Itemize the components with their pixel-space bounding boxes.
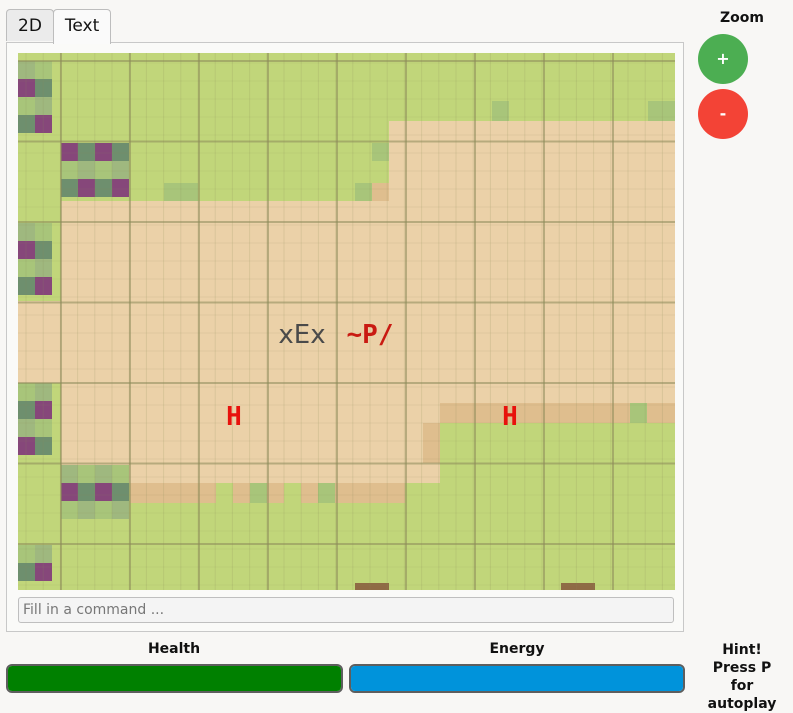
bush-tile [95,501,112,519]
tab-2d[interactable]: 2D [6,9,54,41]
bush-tile [95,483,112,501]
health-label: Health [147,641,201,657]
health-bar [6,664,343,693]
grass-patch [216,483,233,503]
dirt-edge [372,183,389,201]
bush-tile [112,179,129,197]
bush-tile [61,465,78,483]
energy-bar-fill [351,666,683,691]
bush-tile [61,179,78,197]
bush-tile [112,483,129,501]
autoplay-hint: Hint! Press P for autoplay [697,641,787,713]
bush-tile [112,161,129,179]
zoom-title: Zoom [720,10,764,26]
rock [561,583,595,590]
bush-tile [112,465,129,483]
hazard-glyph: H [226,402,242,432]
game-panel: xEx ~P/ H H [6,42,684,632]
bush-tile [112,143,129,161]
tab-text[interactable]: Text [52,9,112,44]
rock [355,583,389,590]
bush-tile [95,161,112,179]
energy-bar [349,664,685,693]
zoom-in-button[interactable]: + [698,34,748,84]
bush-tile [61,483,78,501]
hint-line: Press P [712,660,772,676]
bush-tile [112,501,129,519]
bush-tile [78,465,95,483]
grass-tuft [372,143,389,161]
bush-tile [78,483,95,501]
bush-tile [61,161,78,179]
grass-patch [250,483,267,503]
bush-tile [78,501,95,519]
command-input[interactable] [18,597,674,623]
bush-tile [78,161,95,179]
zoom-out-button[interactable]: - [698,89,748,139]
view-tabs: 2D Text [6,9,112,44]
health-bar-fill [8,666,341,691]
hazard-glyph: H [502,402,518,432]
bush-tile [78,143,95,161]
bush-tile [95,465,112,483]
bush-tile [95,179,112,197]
hint-line: for autoplay [707,678,777,712]
bush-tile [95,143,112,161]
game-map[interactable]: xEx ~P/ H H [18,53,675,590]
dirt-edge [423,423,440,463]
grass-patch [318,483,335,503]
grass-tuft [355,183,372,201]
grass-tuft [492,101,509,121]
bush-tile [78,179,95,197]
player-glyph: xEx [278,320,325,350]
hint-line: Hint! [722,642,762,658]
grass-tuft [648,101,675,121]
bush-tile [61,501,78,519]
npc-glyph: ~P/ [347,320,394,350]
grass-patch [284,483,301,503]
grass-patch [630,403,647,423]
energy-label: Energy [489,641,545,657]
bush-tile [61,143,78,161]
dirt-area [61,201,675,301]
